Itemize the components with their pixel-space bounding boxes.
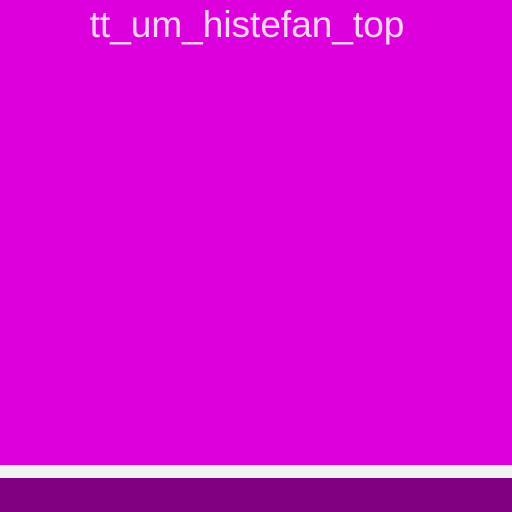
screen-title: tt_um_histefan_top xyxy=(89,4,405,45)
bottom-bar xyxy=(0,478,512,512)
main-screen: tt_um_histefan_top xyxy=(0,0,512,512)
divider xyxy=(0,465,512,478)
